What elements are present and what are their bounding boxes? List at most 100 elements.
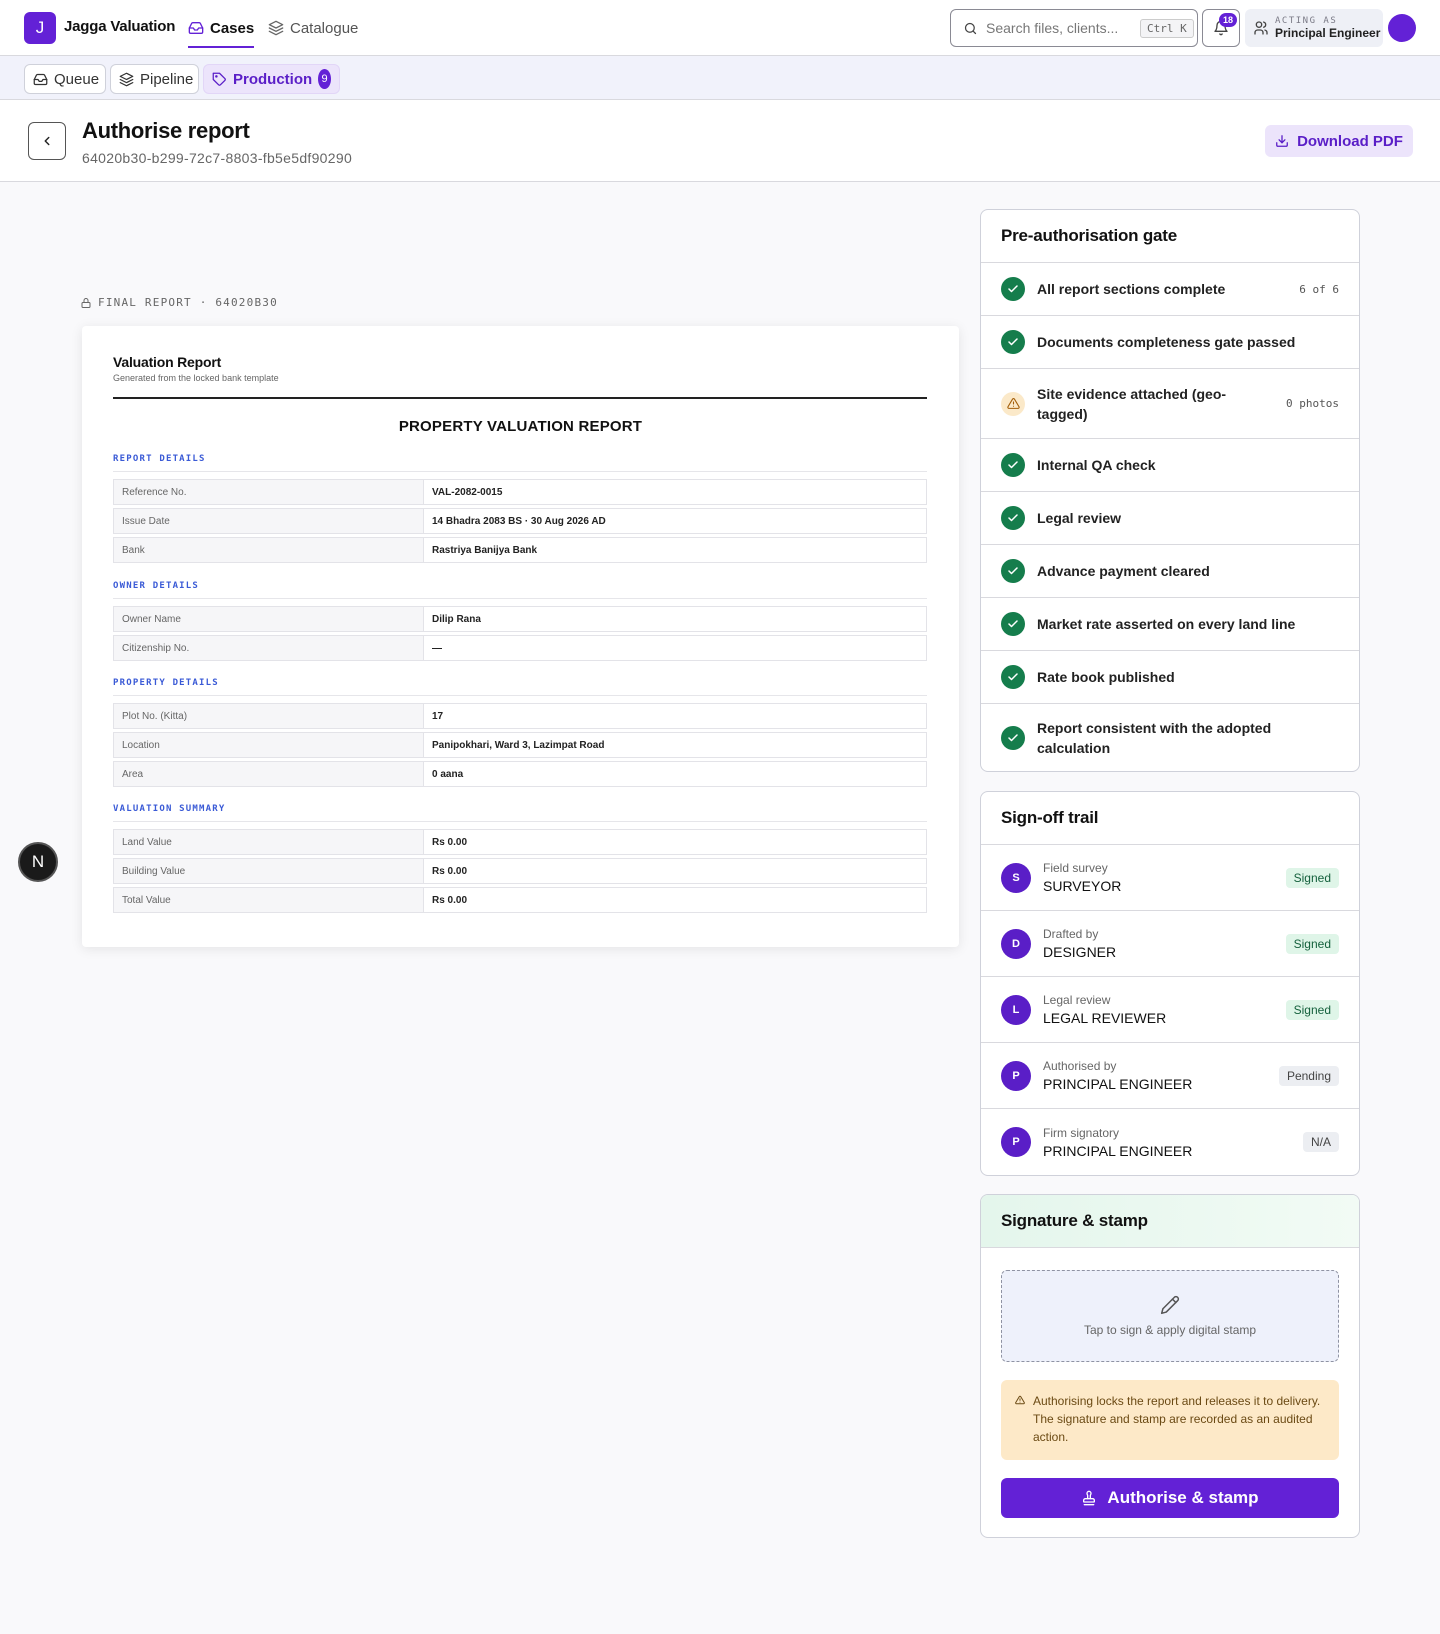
gate-item: Report consistent with the adopted calcu… — [981, 704, 1359, 771]
status-badge: Signed — [1285, 999, 1339, 1020]
report-row: Issue Date 14 Bhadra 2083 BS · 30 Aug 202… — [113, 508, 927, 534]
status-badge: N/A — [1302, 1132, 1339, 1152]
back-button[interactable] — [28, 122, 66, 160]
app-logo[interactable]: J — [24, 12, 56, 44]
signature-prompt: Tap to sign & apply digital stamp — [1083, 1323, 1257, 1337]
acting-as-switcher[interactable]: ACTING AS Principal Engineer — [1245, 9, 1383, 47]
floating-n-badge[interactable]: N — [18, 842, 58, 882]
signer-role: Authorised by — [1043, 1059, 1117, 1073]
pre-authorisation-gate-panel: Pre-authorisation gate All report sectio… — [980, 209, 1360, 772]
notification-count: 18 — [1219, 13, 1237, 27]
check-icon — [1001, 277, 1025, 301]
row-value: — — [432, 642, 442, 654]
gate-item-meta: 0 photos — [1286, 397, 1339, 410]
row-key: Area — [114, 762, 424, 786]
signoff-item: L Legal review LEGAL REVIEWER Signed — [981, 977, 1359, 1043]
status-badge: Pending — [1278, 1065, 1339, 1086]
final-report-text: FINAL REPORT · 64020B30 — [98, 296, 278, 309]
row-value: 0 aana — [432, 768, 464, 780]
subtab-queue[interactable]: Queue — [24, 64, 106, 94]
row-value: 17 — [432, 710, 444, 722]
gate-item: Legal review — [981, 492, 1359, 545]
top-bar: J Jagga Valuation Cases Catalogue Ctrl K… — [0, 0, 1440, 56]
gate-item-label: Market rate asserted on every land line — [1037, 616, 1296, 632]
gate-item: Market rate asserted on every land line — [981, 598, 1359, 651]
inbox-icon — [188, 20, 204, 36]
layers-icon — [268, 20, 284, 36]
row-value: Dilip Rana — [432, 613, 481, 625]
subtab-pipeline[interactable]: Pipeline — [110, 64, 199, 94]
user-avatar[interactable] — [1388, 14, 1416, 42]
signer-role: Legal review — [1043, 993, 1111, 1007]
app-name: Jagga Valuation — [64, 18, 176, 35]
download-pdf-button[interactable]: Download PDF — [1265, 125, 1413, 157]
signer-avatar: L — [1001, 994, 1031, 1025]
row-key: Building Value — [114, 859, 424, 883]
report-heading: PROPERTY VALUATION REPORT — [398, 418, 643, 435]
signer-avatar: S — [1001, 862, 1031, 893]
acting-as-role: Principal Engineer — [1275, 26, 1381, 40]
row-value: Rastriya Banijya Bank — [432, 544, 538, 556]
report-row: Area 0 aana — [113, 761, 927, 787]
search-input[interactable] — [986, 20, 1132, 36]
check-icon — [1001, 330, 1025, 354]
signer-name: SURVEYOR — [1043, 878, 1122, 894]
gate-item-label: Internal QA check — [1037, 457, 1156, 473]
notifications-button[interactable]: 18 — [1202, 9, 1240, 47]
report-row: Location Panipokhari, Ward 3, Lazimpat Ro… — [113, 732, 927, 758]
report-row: Total Value Rs 0.00 — [113, 887, 927, 913]
stamp-title: Signature & stamp — [981, 1195, 1359, 1248]
signoff-title: Sign-off trail — [981, 792, 1359, 845]
inbox-icon — [33, 72, 48, 87]
report-row: Bank Rastriya Banijya Bank — [113, 537, 927, 563]
pencil-icon — [1160, 1295, 1180, 1315]
signer-name: PRINCIPAL ENGINEER — [1043, 1076, 1193, 1092]
row-key: Plot No. (Kitta) — [114, 704, 424, 728]
row-value: Rs 0.00 — [432, 865, 468, 877]
sub-navigation: Queue Pipeline Production 9 — [0, 56, 1440, 100]
row-key: Bank — [114, 538, 424, 562]
warning-icon — [1001, 391, 1025, 416]
subtab-production[interactable]: Production 9 — [203, 64, 340, 94]
signature-stamp-panel: Signature & stamp Tap to sign & apply di… — [980, 1194, 1360, 1538]
signer-avatar: P — [1001, 1060, 1031, 1091]
signer-avatar: P — [1001, 1127, 1031, 1157]
signer-role: Field survey — [1043, 861, 1108, 875]
case-id: 64020b30-b299-72c7-8803-fb5e5df90290 — [82, 150, 353, 166]
report-title: Valuation Report — [113, 354, 222, 370]
check-icon — [1001, 612, 1025, 636]
search-bar[interactable]: Ctrl K — [950, 9, 1198, 47]
gate-item: Rate book published — [981, 651, 1359, 704]
status-badge: Signed — [1285, 867, 1339, 888]
nav-catalogue-label: Catalogue — [290, 19, 359, 37]
row-value: Rs 0.00 — [432, 836, 468, 848]
report-preview: Valuation Report Generated from the lock… — [82, 326, 959, 947]
signature-pad[interactable]: Tap to sign & apply digital stamp — [1001, 1270, 1339, 1362]
nav-catalogue[interactable]: Catalogue — [268, 0, 358, 56]
report-row: Reference No. VAL-2082-0015 — [113, 479, 927, 505]
chevron-left-icon — [40, 134, 54, 148]
lock-icon — [80, 297, 92, 309]
row-value: 14 Bhadra 2083 BS · 30 Aug 2026 AD — [432, 515, 606, 527]
authorise-stamp-button[interactable]: Authorise & stamp — [1001, 1478, 1339, 1518]
signer-name: LEGAL REVIEWER — [1043, 1010, 1167, 1026]
authorise-notice: Authorising locks the report and release… — [1001, 1380, 1339, 1460]
row-key: Reference No. — [114, 480, 424, 504]
sign-off-trail-panel: Sign-off trail S Field survey SURVEYOR Si… — [980, 791, 1360, 1176]
gate-item: Advance payment cleared — [981, 545, 1359, 598]
authorise-notice-text: Authorising locks the report and release… — [1033, 1394, 1321, 1444]
download-icon — [1275, 134, 1289, 148]
gate-item-label: All report sections complete — [1037, 281, 1226, 297]
row-value: Panipokhari, Ward 3, Lazimpat Road — [432, 739, 605, 751]
search-icon — [963, 21, 978, 36]
report-row: Land Value Rs 0.00 — [113, 829, 927, 855]
row-key: Issue Date — [114, 509, 424, 533]
final-report-label: FINAL REPORT · 64020B30 — [80, 296, 278, 309]
gate-item: Site evidence attached (geo-tagged) 0 ph… — [981, 369, 1359, 439]
subtab-queue-label: Queue — [54, 70, 100, 88]
nav-cases[interactable]: Cases — [188, 0, 255, 56]
row-value: VAL-2082-0015 — [432, 486, 503, 498]
production-count-badge: 9 — [318, 69, 331, 89]
gate-item-label: Site evidence attached (geo-tagged) — [1037, 385, 1227, 422]
section-report-details: REPORT DETAILS — [113, 454, 927, 472]
